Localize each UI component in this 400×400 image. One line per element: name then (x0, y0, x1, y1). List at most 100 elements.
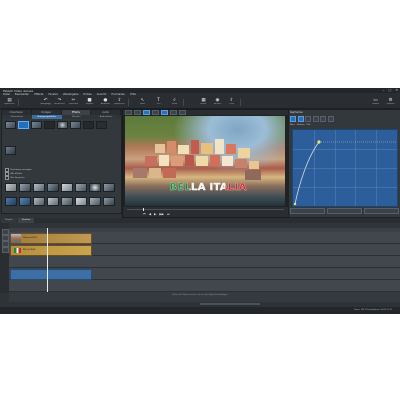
toolbar-divider (183, 99, 184, 106)
scrub-bar[interactable] (127, 209, 284, 211)
player-button[interactable] (143, 109, 150, 116)
video-clip[interactable]: Manarola.MOV (10, 233, 92, 244)
track-5[interactable] (9, 280, 400, 292)
footer-button[interactable] (364, 208, 399, 214)
toolbar-divider (128, 99, 129, 106)
preset-thumbnail[interactable] (5, 197, 17, 206)
subtab-video-effects[interactable]: Videoeffekte (2, 115, 32, 119)
preset-thumbnail[interactable] (33, 183, 45, 192)
timeline-scrollbar[interactable] (160, 302, 400, 306)
play-icon[interactable]: ▶ (154, 212, 156, 216)
toolbar-divider (18, 99, 19, 106)
toolbar-button[interactable]: ⚙ Optionen (385, 98, 396, 107)
toolbar-button[interactable]: ▤ Importieren (4, 98, 15, 107)
keyframe-graph[interactable] (292, 129, 398, 207)
preset-thumbnail[interactable] (61, 183, 73, 192)
main-toolbar: ▤Importieren ↶Rückgängig ↷Wiederherstell… (0, 97, 400, 109)
scrollbar-thumb[interactable] (200, 303, 260, 305)
toolbar-button[interactable]: ↶ Rückgängig (40, 98, 51, 107)
preset-thumbnail[interactable] (75, 183, 87, 192)
track-4[interactable] (9, 268, 400, 280)
go-start-icon[interactable]: ⏮ (143, 212, 146, 216)
track-tool[interactable] (1, 247, 9, 253)
toolbar-button[interactable]: ▭ Vollbild (370, 98, 381, 107)
video-player: BELLA ITALIA ⏮ ◀ ▶ ▶▶ ⏭ (122, 109, 289, 218)
option-favorites[interactable]: Nur Favoriten (5, 176, 85, 180)
toolbar-button[interactable]: ⌕ Zoom (169, 98, 180, 107)
preset-thumbnail[interactable] (75, 197, 87, 206)
subtab-motion-effects[interactable]: Bewegungseffekte (31, 115, 62, 119)
toolbar-button[interactable]: ⇧ Teilen (226, 98, 237, 107)
toolbar-button[interactable]: ↖ Maus (137, 98, 148, 107)
player-toolbar (123, 109, 288, 116)
player-button[interactable] (161, 109, 168, 116)
video-preview[interactable]: BELLA ITALIA (125, 116, 285, 206)
player-button[interactable] (134, 109, 141, 116)
scrub-handle[interactable] (143, 208, 145, 212)
app-window: MAGIX Video deluxe – □ ✕ Datei Bearbeite… (0, 88, 400, 314)
player-button[interactable] (152, 109, 159, 116)
player-button[interactable] (170, 109, 177, 116)
window-title: MAGIX Video deluxe (3, 88, 34, 93)
checkbox[interactable] (5, 176, 9, 180)
playback-controls: ⏮ ◀ ▶ ▶▶ ⏭ (123, 207, 288, 217)
preset-thumbnail[interactable] (19, 197, 31, 206)
effect-thumbnail[interactable] (5, 146, 16, 155)
toolbar-button[interactable]: ● Aufnahme (100, 98, 111, 107)
preset-thumbnail[interactable] (103, 183, 115, 192)
preset-thumbnail[interactable] (19, 183, 31, 192)
pool-options: Keyframes anzeigen Alle Effekte Nur Favo… (5, 168, 85, 180)
toolbar-divider (240, 99, 241, 106)
footer-button[interactable] (290, 208, 325, 214)
player-button[interactable] (179, 109, 186, 116)
preset-thumbnail[interactable] (47, 197, 59, 206)
effect-thumbnail (5, 121, 16, 129)
preset-thumbnail[interactable] (103, 197, 115, 206)
footer-button[interactable] (327, 208, 362, 214)
keyframe-tool[interactable] (290, 115, 296, 122)
toolbar-button[interactable]: ▦ Effekte (198, 98, 209, 107)
effect-thumbnail (44, 121, 55, 129)
effect-item[interactable] (96, 121, 107, 134)
track-3[interactable] (9, 256, 400, 268)
go-end-icon[interactable]: ⏭ (167, 212, 170, 216)
effect-item[interactable] (18, 121, 29, 134)
toolbar-button[interactable]: T Titel (153, 98, 164, 107)
effect-item[interactable] (44, 121, 55, 134)
track-2[interactable]: BELLA ITALIA (9, 244, 400, 256)
keyframe-tool[interactable] (312, 115, 319, 122)
blue-clip[interactable] (10, 269, 92, 280)
effect-item[interactable] (5, 121, 16, 134)
subtab-audio-effects[interactable]: Audioeffekte (91, 115, 121, 119)
timeline-tracks: Manarola.MOV BELLA ITALIA (9, 232, 400, 292)
effect-item[interactable] (57, 121, 68, 134)
playhead[interactable] (47, 228, 48, 292)
toolbar-button[interactable]: ◉ Brennen (212, 98, 223, 107)
toolbar-button[interactable]: ⇪ Exportieren (114, 98, 125, 107)
track-1[interactable]: Manarola.MOV (9, 232, 400, 244)
preset-thumbnails (5, 183, 120, 213)
preset-thumbnail[interactable] (47, 183, 59, 192)
keyframe-tool[interactable] (305, 115, 311, 122)
subtab-transitions[interactable]: Blenden (62, 115, 92, 119)
toolbar-button[interactable]: ■ Stoppen (84, 98, 95, 107)
next-frame-icon[interactable]: ▶▶ (159, 212, 164, 216)
preset-thumbnail[interactable] (61, 197, 73, 206)
title-clip[interactable]: BELLA ITALIA (10, 245, 92, 256)
effect-thumbnail (70, 121, 81, 129)
effect-item[interactable] (83, 121, 94, 134)
effect-item[interactable] (31, 121, 42, 134)
prev-frame-icon[interactable]: ◀ (149, 212, 151, 216)
keyframe-tool[interactable] (327, 115, 334, 122)
preset-thumbnail[interactable] (33, 197, 45, 206)
title-overlay[interactable]: BELLA ITALIA (153, 182, 263, 193)
toolbar-button[interactable]: ↷Wiederherstellen (54, 98, 65, 107)
toolbar-button[interactable]: ✂ Schneiden (68, 98, 79, 107)
keyframe-tool[interactable] (297, 115, 304, 122)
keyframe-tool[interactable] (320, 115, 326, 122)
preset-thumbnail[interactable] (5, 183, 17, 192)
player-button[interactable] (125, 109, 132, 116)
preset-thumbnail[interactable] (89, 197, 101, 206)
preset-thumbnail[interactable] (89, 183, 101, 192)
effect-item[interactable] (70, 121, 81, 134)
